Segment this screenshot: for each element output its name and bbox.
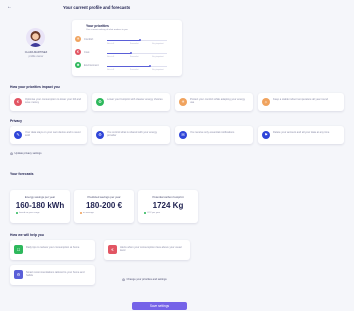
forecast-sub: on average bbox=[82, 212, 94, 215]
coin-icon bbox=[80, 212, 82, 215]
help-text: Alerts when your consumption rises above… bbox=[120, 246, 182, 253]
avatar bbox=[26, 28, 45, 47]
forecast-value: 180-200 € bbox=[85, 201, 123, 210]
privacy-title: Privacy bbox=[10, 119, 23, 123]
back-button[interactable]: ← bbox=[7, 4, 12, 10]
impact-card: ☀ Protect your comfort while adapting yo… bbox=[175, 93, 253, 111]
impact-card: ☼ Keep a stable indoor temperature all y… bbox=[258, 93, 344, 111]
forecast-title: Potential carbon footprint bbox=[152, 195, 184, 199]
privacy-card: ✉ You receive only essential notificatio… bbox=[175, 126, 253, 144]
impact-text: Optimise your consumption to lower your … bbox=[25, 98, 81, 105]
privacy-card: ⚑ Delete your account and all your data … bbox=[258, 126, 344, 144]
priorities-card: Your priorities Your current ranking of … bbox=[72, 20, 182, 76]
settings-icon: ⚙ bbox=[10, 152, 14, 156]
privacy-text: You control what is shared with your ene… bbox=[107, 131, 158, 138]
cost-icon: € bbox=[75, 49, 81, 55]
priorities-subtitle: Your current ranking of what matters to … bbox=[86, 29, 128, 31]
checklist-icon: ☐ bbox=[14, 245, 23, 254]
priorities-title: Your priorities bbox=[86, 24, 109, 28]
thermometer-icon: ☼ bbox=[262, 98, 270, 106]
forecasts-title: Your forecasts bbox=[10, 172, 34, 176]
priority-label: Environment bbox=[84, 64, 99, 67]
forecast-card: Potential carbon footprint 1724 Kg CO2 p… bbox=[138, 190, 198, 223]
help-card: ☐ Daily tips to reduce your consumption … bbox=[10, 240, 95, 260]
privacy-text: Your data stays on your own device and i… bbox=[25, 131, 81, 138]
forecast-title: Predicted savings per year bbox=[87, 195, 121, 199]
profile-role: profile owner bbox=[28, 55, 44, 58]
forecast-value: 160-180 kWh bbox=[15, 201, 65, 210]
impact-text: Keep a stable indoor temperature all yea… bbox=[273, 98, 328, 101]
privacy-text: You receive only essential notifications bbox=[190, 131, 235, 134]
help-card: ⚙ Smart recommendations tailored to your… bbox=[10, 265, 95, 285]
help-text: Daily tips to reduce your consumption at… bbox=[26, 246, 80, 249]
priority-label: Comfort bbox=[84, 38, 94, 41]
save-button[interactable]: Save settings bbox=[132, 302, 187, 310]
forecast-sub: based on your usage bbox=[19, 212, 40, 215]
impact-card: € Optimise your consumption to lower you… bbox=[10, 93, 87, 111]
forecast-card: Energy savings per year 160-180 kWh base… bbox=[10, 190, 70, 223]
priority-label: Cost bbox=[84, 51, 90, 54]
euro-icon: € bbox=[108, 245, 117, 254]
forecast-title: Energy savings per year bbox=[24, 195, 56, 199]
bolt-icon bbox=[16, 212, 19, 215]
impact-text: Lower your footprint with cleaner energy… bbox=[107, 98, 163, 101]
comfort-icon: ☀ bbox=[75, 36, 81, 42]
help-card: € Alerts when your consumption rises abo… bbox=[104, 240, 190, 260]
forecast-card: Predicted savings per year 180-200 € on … bbox=[74, 190, 134, 223]
sun-icon: ☀ bbox=[179, 98, 187, 106]
forecast-value: 1724 Kg bbox=[152, 201, 184, 210]
change-priorities-link[interactable]: ⚙ Change your priorities and settings bbox=[122, 278, 167, 282]
help-text: Smart recommendations tailored to your h… bbox=[26, 271, 85, 278]
privacy-text: Delete your account and all your data at… bbox=[273, 131, 330, 134]
privacy-card: ✎ Your data stays on your own device and… bbox=[10, 126, 87, 144]
privacy-card: ⚙ You control what is shared with your e… bbox=[92, 126, 170, 144]
pencil-icon: ✎ bbox=[14, 131, 22, 139]
profile-name: CLARA MARTINEZ bbox=[24, 51, 48, 54]
impact-title: How your priorities impact you bbox=[10, 85, 60, 89]
page-title: Your current profile and forecasts bbox=[63, 5, 131, 10]
impact-card: ♻ Lower your footprint with cleaner ener… bbox=[92, 93, 170, 111]
mail-icon: ✉ bbox=[179, 131, 187, 139]
gear-icon: ⚙ bbox=[14, 270, 23, 279]
leaf-icon: ♣ bbox=[75, 62, 81, 68]
leaf-icon bbox=[144, 212, 146, 215]
privacy-link-label: Update privacy settings bbox=[14, 152, 42, 156]
person-icon bbox=[29, 31, 42, 47]
privacy-settings-link[interactable]: ⚙ Update privacy settings bbox=[10, 152, 42, 156]
recycle-icon: ♻ bbox=[96, 98, 104, 106]
gear-icon: ⚙ bbox=[96, 131, 104, 139]
euro-icon: € bbox=[14, 98, 22, 106]
flag-icon: ⚑ bbox=[262, 131, 270, 139]
forecast-sub: CO2 per year bbox=[146, 212, 161, 215]
settings-icon: ⚙ bbox=[122, 278, 126, 282]
impact-text: Protect your comfort while adapting your… bbox=[190, 98, 246, 105]
help-title: How we will help you bbox=[10, 233, 44, 237]
change-link-label: Change your priorities and settings bbox=[126, 278, 167, 282]
